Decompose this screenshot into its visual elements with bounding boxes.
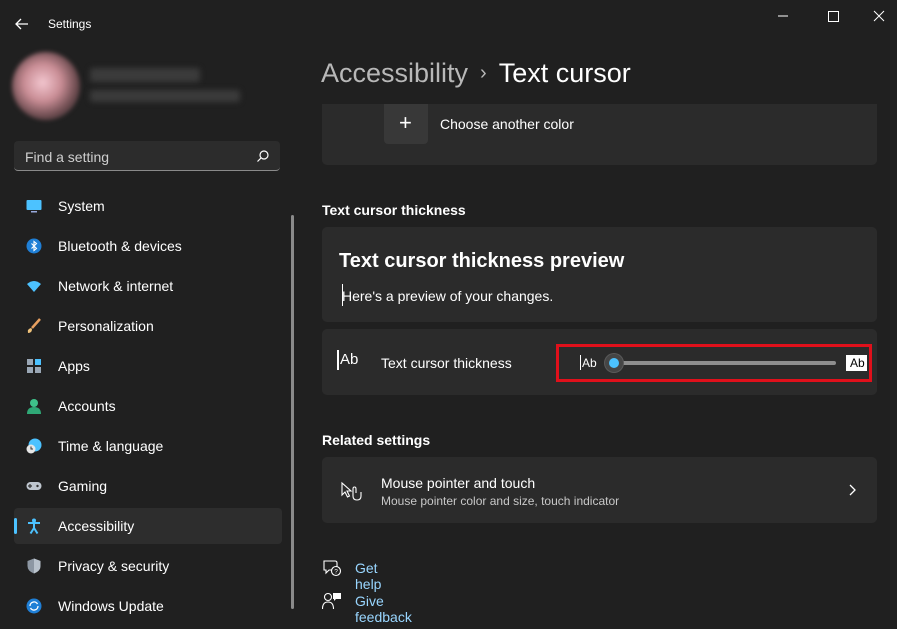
- related-settings-heading: Related settings: [322, 432, 431, 448]
- sidebar-item-network[interactable]: Network & internet: [14, 268, 282, 304]
- text-cursor-icon: Ab: [336, 350, 359, 370]
- sidebar-item-label: Windows Update: [58, 598, 164, 614]
- search-input[interactable]: Find a setting: [25, 149, 109, 165]
- get-help-link[interactable]: Get help: [355, 560, 381, 592]
- accounts-icon: [27, 399, 41, 414]
- update-icon: [26, 598, 42, 614]
- user-profile[interactable]: [12, 52, 282, 122]
- gamepad-icon: [26, 482, 42, 490]
- page-title: Text cursor: [498, 58, 631, 88]
- search-icon[interactable]: [256, 149, 270, 163]
- mouse-pointer-card[interactable]: Mouse pointer and touch Mouse pointer co…: [322, 457, 877, 523]
- plus-icon: +: [399, 110, 412, 135]
- apps-icon: [27, 359, 41, 373]
- title-bar: Settings: [0, 0, 897, 48]
- sidebar-item-time-language[interactable]: Time & language: [14, 428, 282, 464]
- thickness-section-heading: Text cursor thickness: [322, 202, 466, 218]
- clock-globe-icon: [26, 438, 42, 454]
- maximize-icon: [828, 11, 839, 22]
- choose-color-label: Choose another color: [440, 116, 574, 132]
- sidebar-item-label: Accessibility: [58, 518, 135, 534]
- breadcrumb: Accessibility › Text cursor: [321, 58, 631, 89]
- help-icon: ?: [323, 560, 342, 577]
- sidebar-item-label: Accounts: [58, 398, 116, 414]
- thickness-preview-card: Text cursor thickness preview Here's a p…: [322, 227, 877, 322]
- preview-text: Here's a preview of your changes.: [342, 288, 554, 304]
- accessibility-icon: [28, 518, 40, 534]
- maximize-button[interactable]: [818, 8, 848, 26]
- close-button[interactable]: [864, 8, 894, 26]
- breadcrumb-separator: ›: [480, 62, 487, 84]
- sidebar-item-gaming[interactable]: Gaming: [14, 468, 282, 504]
- add-color-button[interactable]: +: [384, 104, 428, 144]
- sidebar-item-accessibility[interactable]: Accessibility: [14, 508, 282, 544]
- touch-pointer-icon: [341, 481, 362, 501]
- system-icon: [26, 200, 42, 213]
- choose-color-card: + Choose another color: [322, 104, 877, 165]
- app-title: Settings: [48, 17, 92, 31]
- sidebar-item-windows-update[interactable]: Windows Update: [14, 588, 282, 624]
- shield-icon: [27, 558, 41, 574]
- chevron-right-icon: [849, 484, 856, 496]
- thickness-setting-card: Ab Text cursor thickness Ab Ab: [322, 329, 877, 395]
- back-button[interactable]: [12, 14, 32, 34]
- mouse-pointer-title: Mouse pointer and touch: [381, 475, 536, 491]
- sidebar-item-label: Personalization: [58, 318, 154, 334]
- sidebar-item-label: Network & internet: [58, 278, 174, 294]
- wifi-icon: [27, 281, 41, 292]
- blurred-user-email: [90, 90, 240, 102]
- sidebar-item-privacy[interactable]: Privacy & security: [14, 548, 282, 584]
- sidebar-item-personalization[interactable]: Personalization: [14, 308, 282, 344]
- close-icon: [873, 10, 885, 22]
- preview-title: Text cursor thickness preview: [339, 250, 625, 272]
- bluetooth-icon: [26, 238, 42, 254]
- feedback-icon: [322, 592, 341, 610]
- back-arrow-icon: [15, 18, 28, 30]
- blurred-user-name: [90, 68, 200, 82]
- sidebar-item-apps[interactable]: Apps: [14, 348, 282, 384]
- sidebar-nav: System Bluetooth & devices Network & int…: [14, 188, 282, 628]
- sidebar-item-system[interactable]: System: [14, 188, 282, 224]
- breadcrumb-parent[interactable]: Accessibility: [321, 58, 468, 88]
- thick-cursor-icon: Ab: [846, 355, 867, 371]
- sidebar-item-label: Bluetooth & devices: [58, 238, 182, 254]
- thickness-slider-thumb[interactable]: [605, 354, 623, 372]
- sidebar-item-label: Gaming: [58, 478, 108, 494]
- sidebar-scrollbar[interactable]: [291, 215, 294, 609]
- sidebar-item-bluetooth[interactable]: Bluetooth & devices: [14, 228, 282, 264]
- sidebar-item-accounts[interactable]: Accounts: [14, 388, 282, 424]
- thickness-slider-track[interactable]: [614, 361, 836, 365]
- svg-text:?: ?: [334, 569, 338, 576]
- sidebar-item-label: Apps: [58, 358, 90, 374]
- avatar: [12, 52, 80, 120]
- search-box[interactable]: Find a setting: [14, 141, 280, 171]
- thin-cursor-icon: Ab: [580, 355, 597, 370]
- minimize-button[interactable]: [768, 8, 798, 26]
- sidebar-item-label: System: [58, 198, 105, 214]
- sidebar-item-label: Privacy & security: [58, 558, 170, 574]
- thickness-label: Text cursor thickness: [381, 355, 512, 371]
- brush-icon: [27, 318, 41, 333]
- mouse-pointer-subtitle: Mouse pointer color and size, touch indi…: [381, 494, 620, 508]
- sidebar-item-label: Time & language: [58, 438, 164, 454]
- minimize-icon: [778, 15, 788, 17]
- give-feedback-link[interactable]: Give feedback: [355, 593, 412, 625]
